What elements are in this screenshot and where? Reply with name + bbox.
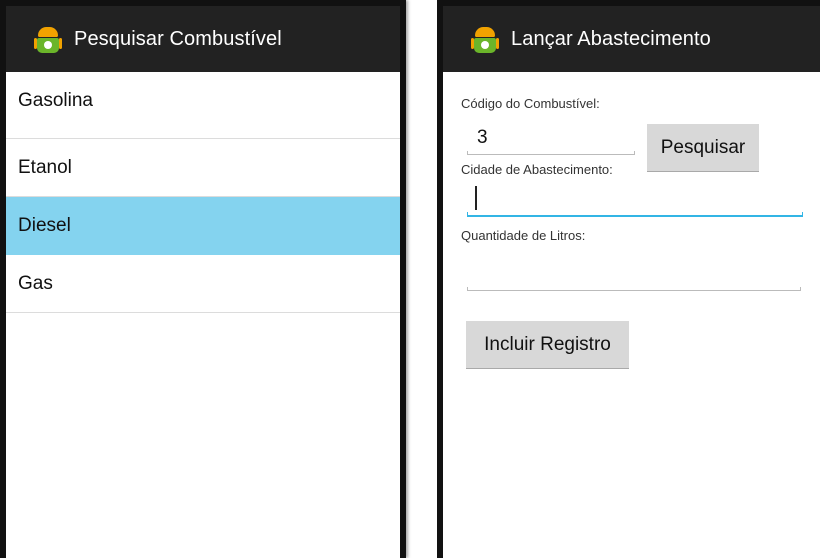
action-bar: Lançar Abastecimento xyxy=(443,6,820,72)
android-app-icon xyxy=(471,23,499,55)
text-cursor xyxy=(475,186,477,210)
fuel-entry-screen: Lançar Abastecimento Código do Combustív… xyxy=(437,0,820,558)
incluir-registro-button[interactable]: Incluir Registro xyxy=(466,321,629,369)
cidade-underline xyxy=(467,212,803,217)
fuel-search-screen: Pesquisar Combustível Gasolina Etanol Di… xyxy=(0,0,406,558)
codigo-field[interactable]: 3 xyxy=(461,121,641,155)
quantidade-underline xyxy=(467,287,801,291)
list-item-diesel[interactable]: Diesel xyxy=(6,197,400,255)
fuel-list: Gasolina Etanol Diesel Gas xyxy=(6,72,400,313)
cidade-field[interactable] xyxy=(461,184,806,217)
entry-form: Código do Combustível: 3 Pesquisar Cidad… xyxy=(443,72,820,369)
cidade-label: Cidade de Abastecimento: xyxy=(461,162,613,177)
android-app-icon xyxy=(34,23,62,55)
codigo-label: Código do Combustível: xyxy=(461,96,600,111)
list-item-etanol[interactable]: Etanol xyxy=(6,139,400,197)
pesquisar-button[interactable]: Pesquisar xyxy=(647,124,759,172)
list-item-gasolina[interactable]: Gasolina xyxy=(6,72,400,139)
screen-title: Lançar Abastecimento xyxy=(511,27,711,50)
screen-title: Pesquisar Combustível xyxy=(74,27,282,50)
quantidade-label: Quantidade de Litros: xyxy=(461,228,586,243)
codigo-underline xyxy=(467,151,635,155)
list-item-gas[interactable]: Gas xyxy=(6,255,400,313)
codigo-value: 3 xyxy=(477,127,488,148)
action-bar: Pesquisar Combustível xyxy=(6,6,400,72)
quantidade-field[interactable] xyxy=(461,257,806,291)
